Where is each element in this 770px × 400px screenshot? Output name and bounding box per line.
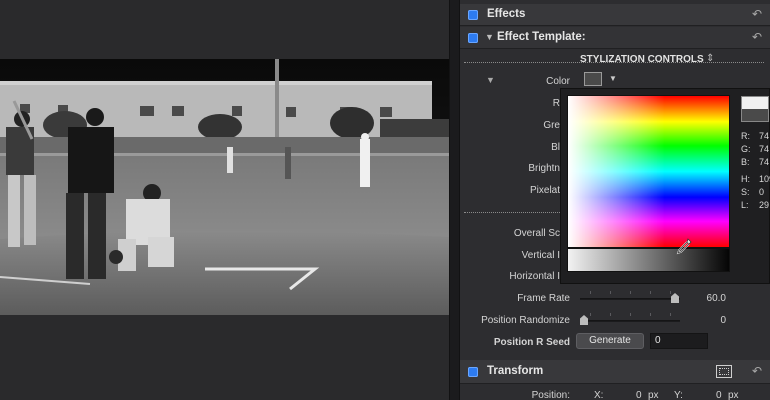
green-label: Gre [543, 120, 560, 131]
checkbox-icon[interactable] [468, 367, 478, 377]
slider-ticks [580, 313, 680, 317]
color-spectrum[interactable] [567, 95, 730, 248]
overall-scale-label: Overall Sc [513, 228, 560, 239]
blue-label: Bl [551, 142, 560, 153]
slider-ticks [580, 291, 680, 295]
checkbox-icon[interactable] [468, 10, 478, 20]
panel-divider[interactable] [449, 0, 460, 400]
s-value: 0 [759, 187, 765, 197]
viewer-panel [0, 0, 449, 400]
red-label: R [552, 98, 560, 109]
frame-rate-value[interactable]: 60.0 [688, 293, 726, 304]
l-label: L: [741, 200, 749, 210]
disclosure-triangle-icon[interactable]: ▼ [486, 75, 495, 85]
grayscale-bar[interactable] [567, 248, 730, 272]
position-label: Position: [531, 390, 570, 400]
seed-value-field[interactable]: 0 [650, 333, 708, 349]
frame-rate-slider[interactable] [580, 298, 680, 300]
reset-icon[interactable]: ↶ [752, 364, 762, 378]
b-label: B: [741, 157, 750, 167]
color-picker-popover: R: 74 G: 74 B: 74 H: 109 S: 0 L: 29 [560, 88, 770, 284]
pixelate-label: Pixelat [529, 185, 560, 196]
video-frame[interactable] [0, 59, 449, 315]
section-divider [464, 212, 560, 213]
h-value: 109 [759, 174, 770, 184]
position-x-unit: px [648, 390, 659, 400]
effect-template-title: Effect Template: [497, 31, 586, 43]
g-label: G: [741, 144, 751, 154]
color-label: Color [546, 76, 570, 87]
vertical-label: Vertical I [521, 250, 560, 261]
b-value: 74 [759, 157, 770, 167]
eyedropper-icon[interactable] [675, 237, 693, 255]
position-x-value[interactable]: 0 [636, 390, 642, 400]
baseball-scene-image [0, 59, 449, 315]
g-value: 74 [759, 144, 770, 154]
checkbox-icon[interactable] [468, 33, 478, 43]
r-value: 74 [759, 131, 770, 141]
h-label: H: [741, 174, 750, 184]
transform-header[interactable]: Transform ↶ [460, 360, 770, 384]
reset-icon[interactable]: ↶ [752, 30, 762, 44]
chevron-down-icon[interactable]: ▼ [609, 74, 617, 83]
transform-onscreen-icon[interactable] [716, 365, 732, 378]
position-y-unit: px [728, 390, 739, 400]
position-x-label: X: [594, 390, 604, 400]
position-randomize-value[interactable]: 0 [688, 315, 726, 326]
horizontal-label: Horizontal I [509, 271, 560, 282]
color-well[interactable] [584, 72, 602, 86]
position-seed-label: Position R Seed [493, 337, 570, 348]
effects-title: Effects [487, 8, 526, 20]
color-preview-swatch [741, 96, 769, 122]
effects-header[interactable]: Effects ↶ [460, 4, 770, 26]
generate-button[interactable]: Generate [576, 333, 644, 349]
effect-template-header[interactable]: ▼ Effect Template: ↶ [460, 27, 770, 49]
brightness-label: Brightn [528, 163, 560, 174]
stylization-controls-title: STYLIZATION CONTROLS [580, 54, 704, 65]
frame-rate-label: Frame Rate [517, 293, 570, 304]
reset-icon[interactable]: ↶ [752, 7, 762, 21]
transform-title: Transform [487, 365, 544, 377]
position-randomize-slider[interactable] [580, 320, 680, 322]
disclosure-triangle-icon[interactable]: ▼ [485, 32, 494, 42]
l-value: 29 [759, 200, 770, 210]
s-label: S: [741, 187, 750, 197]
r-label: R: [741, 131, 750, 141]
position-randomize-label: Position Randomize [481, 315, 570, 326]
position-y-label: Y: [674, 390, 683, 400]
stylization-popup-arrows-icon[interactable]: ⇕ [706, 53, 714, 64]
position-y-value[interactable]: 0 [716, 390, 722, 400]
